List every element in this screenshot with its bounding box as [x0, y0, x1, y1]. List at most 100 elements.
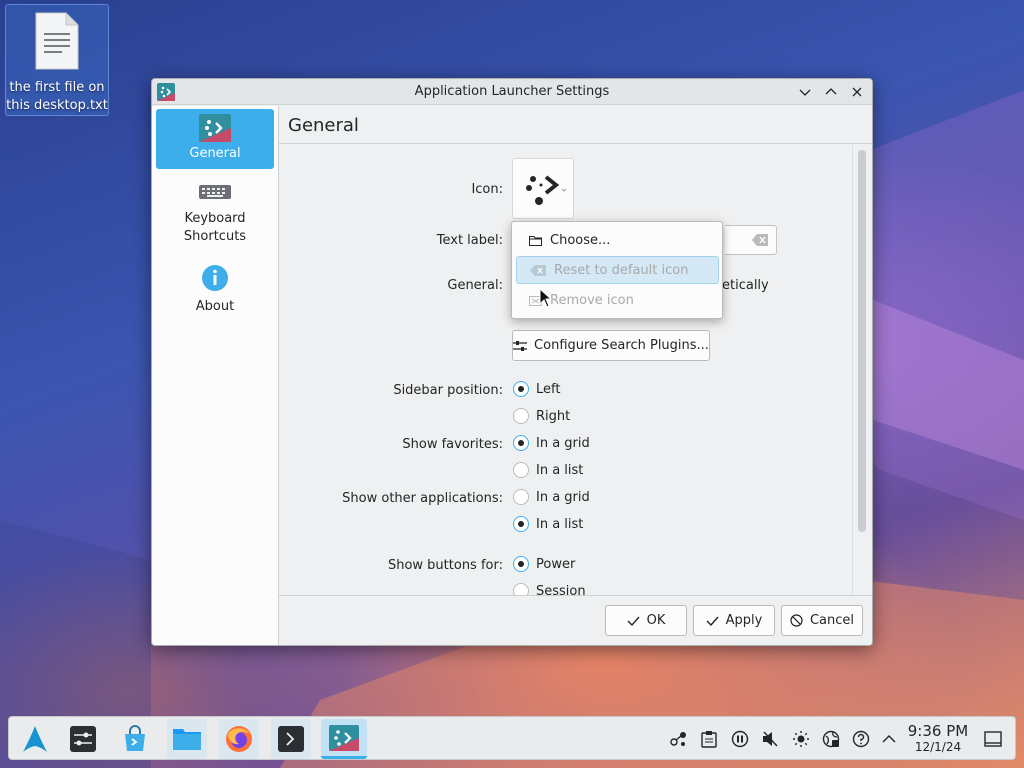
show-buttons-power-radio[interactable]: Power [513, 556, 575, 572]
icon-picker-button[interactable] [512, 158, 574, 219]
radio-button[interactable] [513, 435, 529, 451]
clear-icon [530, 264, 546, 276]
application-menu-button[interactable] [15, 719, 55, 759]
maximize-button[interactable] [822, 83, 840, 101]
share-nodes-icon [670, 732, 686, 746]
clock[interactable]: 9:36 PM 12/1/24 [903, 723, 973, 755]
sort-alphabetically-option[interactable]: etically [722, 278, 769, 293]
settings-panel-icon [70, 726, 96, 752]
tray-clipboard-icon[interactable] [699, 729, 719, 749]
radio-label: Power [536, 556, 576, 572]
task-system-settings[interactable] [63, 719, 103, 759]
sidebar-position-left-radio[interactable]: Left [513, 381, 560, 397]
tray-volume-muted-icon[interactable] [760, 729, 780, 749]
radio-button[interactable] [513, 556, 529, 572]
radio-label: Right [536, 408, 571, 424]
cancel-icon [790, 614, 803, 627]
sun-icon [793, 731, 809, 747]
close-button[interactable] [848, 83, 866, 101]
tray-expand-button[interactable] [879, 729, 899, 749]
speaker-muted-icon [763, 731, 778, 747]
task-terminal[interactable] [271, 719, 311, 759]
tray-media-pause-icon[interactable] [730, 729, 750, 749]
radio-label: In a list [536, 516, 584, 532]
globe-icon [822, 730, 840, 748]
mouse-cursor-icon [539, 288, 553, 308]
arch-logo-icon [23, 726, 47, 752]
menu-item-label: Reset to default icon [554, 262, 689, 278]
radio-button[interactable] [513, 489, 529, 505]
tray-brightness-icon[interactable] [791, 729, 811, 749]
ok-button[interactable]: OK [605, 605, 687, 636]
cancel-button[interactable]: Cancel [781, 605, 863, 636]
help-circle-icon [852, 730, 870, 748]
settings-sidebar: General Keyboard Shortcuts About [152, 106, 279, 645]
radio-label: In a grid [536, 489, 590, 505]
apply-button[interactable]: Apply [693, 605, 775, 636]
menu-item-reset-default-icon[interactable]: Reset to default icon [516, 256, 719, 284]
sidebar-item-keyboard-shortcuts[interactable]: Keyboard Shortcuts [156, 184, 274, 254]
chevron-up-icon [882, 735, 896, 743]
task-discover[interactable] [115, 719, 155, 759]
sliders-icon [513, 340, 528, 351]
task-file-manager[interactable] [167, 719, 207, 759]
settings-form: Icon: Text label: General: etically Conf… [279, 145, 852, 595]
menu-item-label: Choose... [550, 232, 611, 248]
clock-date: 12/1/24 [914, 740, 962, 754]
show-other-apps-grid-radio[interactable]: In a grid [513, 489, 590, 505]
task-app-launcher-settings[interactable] [321, 719, 367, 759]
desktop-file-label: the first file on this desktop.txt [6, 80, 108, 113]
menu-item-label: Remove icon [550, 292, 634, 308]
title-bar[interactable]: Application Launcher Settings [152, 79, 872, 105]
show-buttons-session-radio[interactable]: Session [513, 583, 586, 595]
radio-label: In a grid [536, 435, 590, 451]
radio-button[interactable] [513, 583, 529, 595]
sidebar-position-right-radio[interactable]: Right [513, 408, 570, 424]
sidebar-item-general[interactable]: General [156, 109, 274, 169]
sidebar-item-label: General [189, 146, 241, 161]
store-bag-icon [125, 725, 145, 751]
sidebar-item-about[interactable]: About [156, 264, 274, 320]
app-launcher-icon [199, 114, 231, 142]
folder-icon [529, 235, 542, 246]
clipboard-icon [701, 731, 717, 748]
text-label-label: Text label: [436, 233, 503, 248]
clear-text-icon [752, 234, 768, 246]
firefox-icon [226, 726, 252, 752]
desktop-file-icon[interactable]: the first file on this desktop.txt [5, 4, 109, 116]
show-other-apps-list-radio[interactable]: In a list [513, 516, 583, 532]
window-title: Application Launcher Settings [414, 84, 610, 99]
clock-time: 9:36 PM [907, 722, 969, 740]
taskbar: 9:36 PM 12/1/24 [8, 716, 1016, 760]
close-icon [852, 87, 862, 97]
sidebar-position-label: Sidebar position: [393, 383, 503, 398]
keyboard-icon [199, 185, 231, 199]
tray-flatpak-icon[interactable] [669, 729, 689, 749]
radio-button[interactable] [513, 516, 529, 532]
show-favorites-list-radio[interactable]: In a list [513, 462, 583, 478]
minimize-button[interactable] [796, 83, 814, 101]
show-desktop-icon [984, 731, 1002, 747]
radio-button[interactable] [513, 462, 529, 478]
task-firefox[interactable] [219, 719, 259, 759]
show-buttons-for-label: Show buttons for: [387, 558, 503, 573]
apply-label: Apply [725, 613, 763, 628]
scrollbar-handle[interactable] [858, 150, 866, 532]
sidebar-item-label: About [195, 299, 235, 314]
pause-circle-icon [731, 730, 749, 748]
settings-window: Application Launcher Settings General Ke… [151, 78, 873, 646]
check-icon [627, 616, 640, 626]
show-other-apps-label: Show other applications: [342, 491, 503, 506]
radio-button[interactable] [513, 408, 529, 424]
menu-item-choose[interactable]: Choose... [516, 226, 719, 254]
text-label-field[interactable] [725, 225, 777, 255]
radio-label: In a list [536, 462, 584, 478]
show-desktop-button[interactable] [983, 729, 1003, 749]
tray-network-icon[interactable] [821, 729, 841, 749]
settings-content: General Icon: Text label: General: etica… [279, 106, 872, 645]
radio-button[interactable] [513, 381, 529, 397]
sidebar-item-label: Keyboard Shortcuts [183, 211, 247, 244]
tray-help-icon[interactable] [851, 729, 871, 749]
show-favorites-grid-radio[interactable]: In a grid [513, 435, 590, 451]
configure-search-plugins-button[interactable]: Configure Search Plugins... [512, 330, 710, 361]
